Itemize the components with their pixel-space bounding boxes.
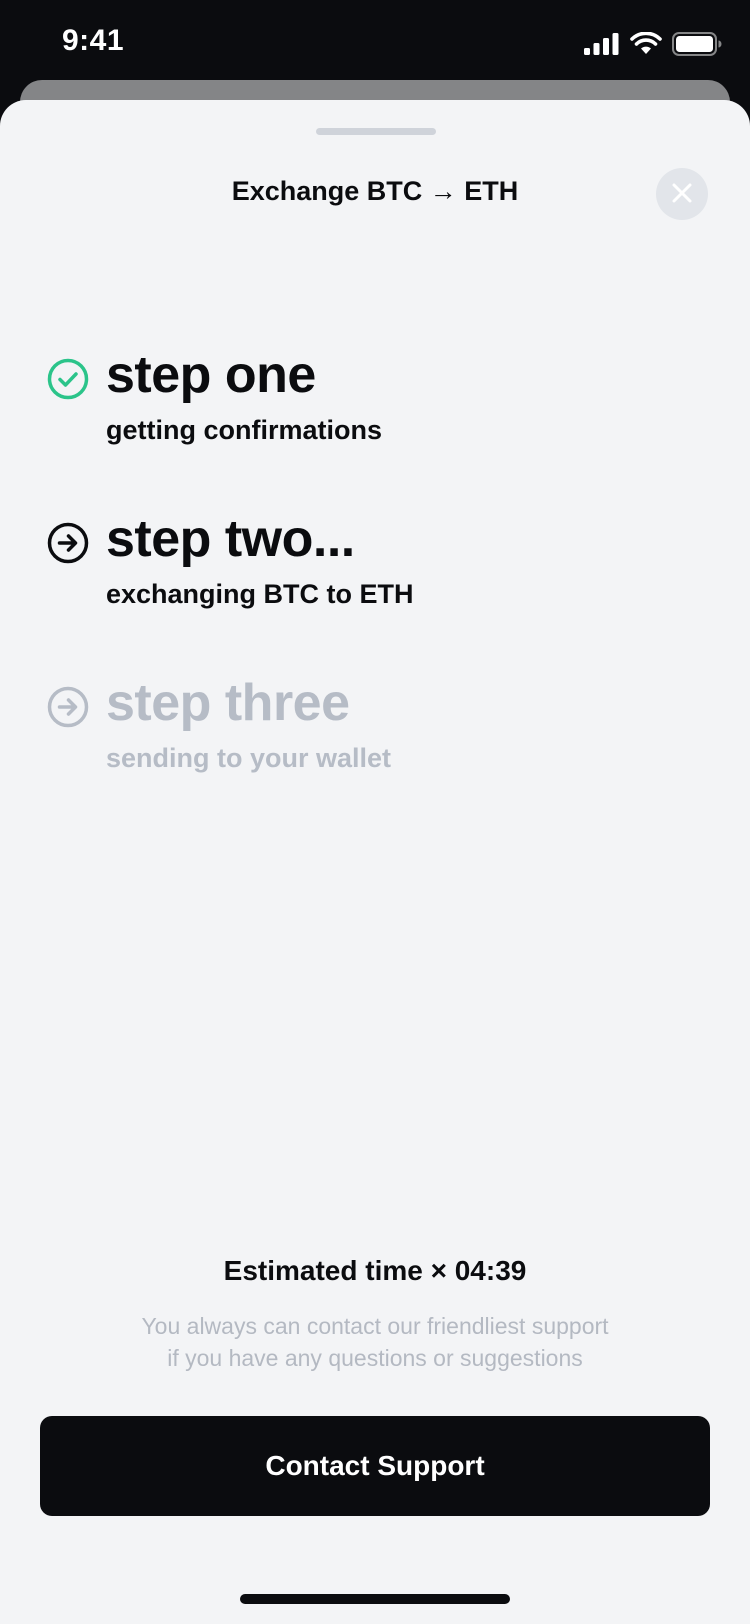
status-icons [584,31,722,61]
sheet-grabber[interactable] [316,128,436,135]
step-title: step two... [106,510,355,568]
status-time: 9:41 [62,24,125,57]
support-note-line: You always can contact our friendliest s… [141,1313,609,1339]
step-subtitle: getting confirmations [106,415,382,445]
close-icon [671,182,693,207]
wifi-icon [630,31,662,61]
step-title: step three [106,674,350,732]
estimated-time: Estimated time × 04:39 [223,1255,527,1286]
contact-support-button[interactable]: Contact Support [40,1416,710,1516]
battery-icon [672,32,722,61]
step-title: step one [106,346,316,404]
support-note-line: if you have any questions or suggestions [167,1345,583,1371]
arrow-right-circle-icon [46,685,90,729]
step-subtitle: sending to your wallet [106,743,392,773]
cellular-signal-icon [584,33,620,60]
sheet-title: Exchange BTC → ETH [231,176,519,206]
support-note: You always can contact our friendliest s… [0,1310,750,1374]
check-circle-icon [46,357,90,401]
arrow-right-circle-icon [46,521,90,565]
close-button[interactable] [656,168,708,220]
home-indicator [240,1594,510,1604]
exchange-sheet: Exchange BTC → ETH step one getting conf… [0,100,750,1624]
step-subtitle: exchanging BTC to ETH [106,579,414,609]
